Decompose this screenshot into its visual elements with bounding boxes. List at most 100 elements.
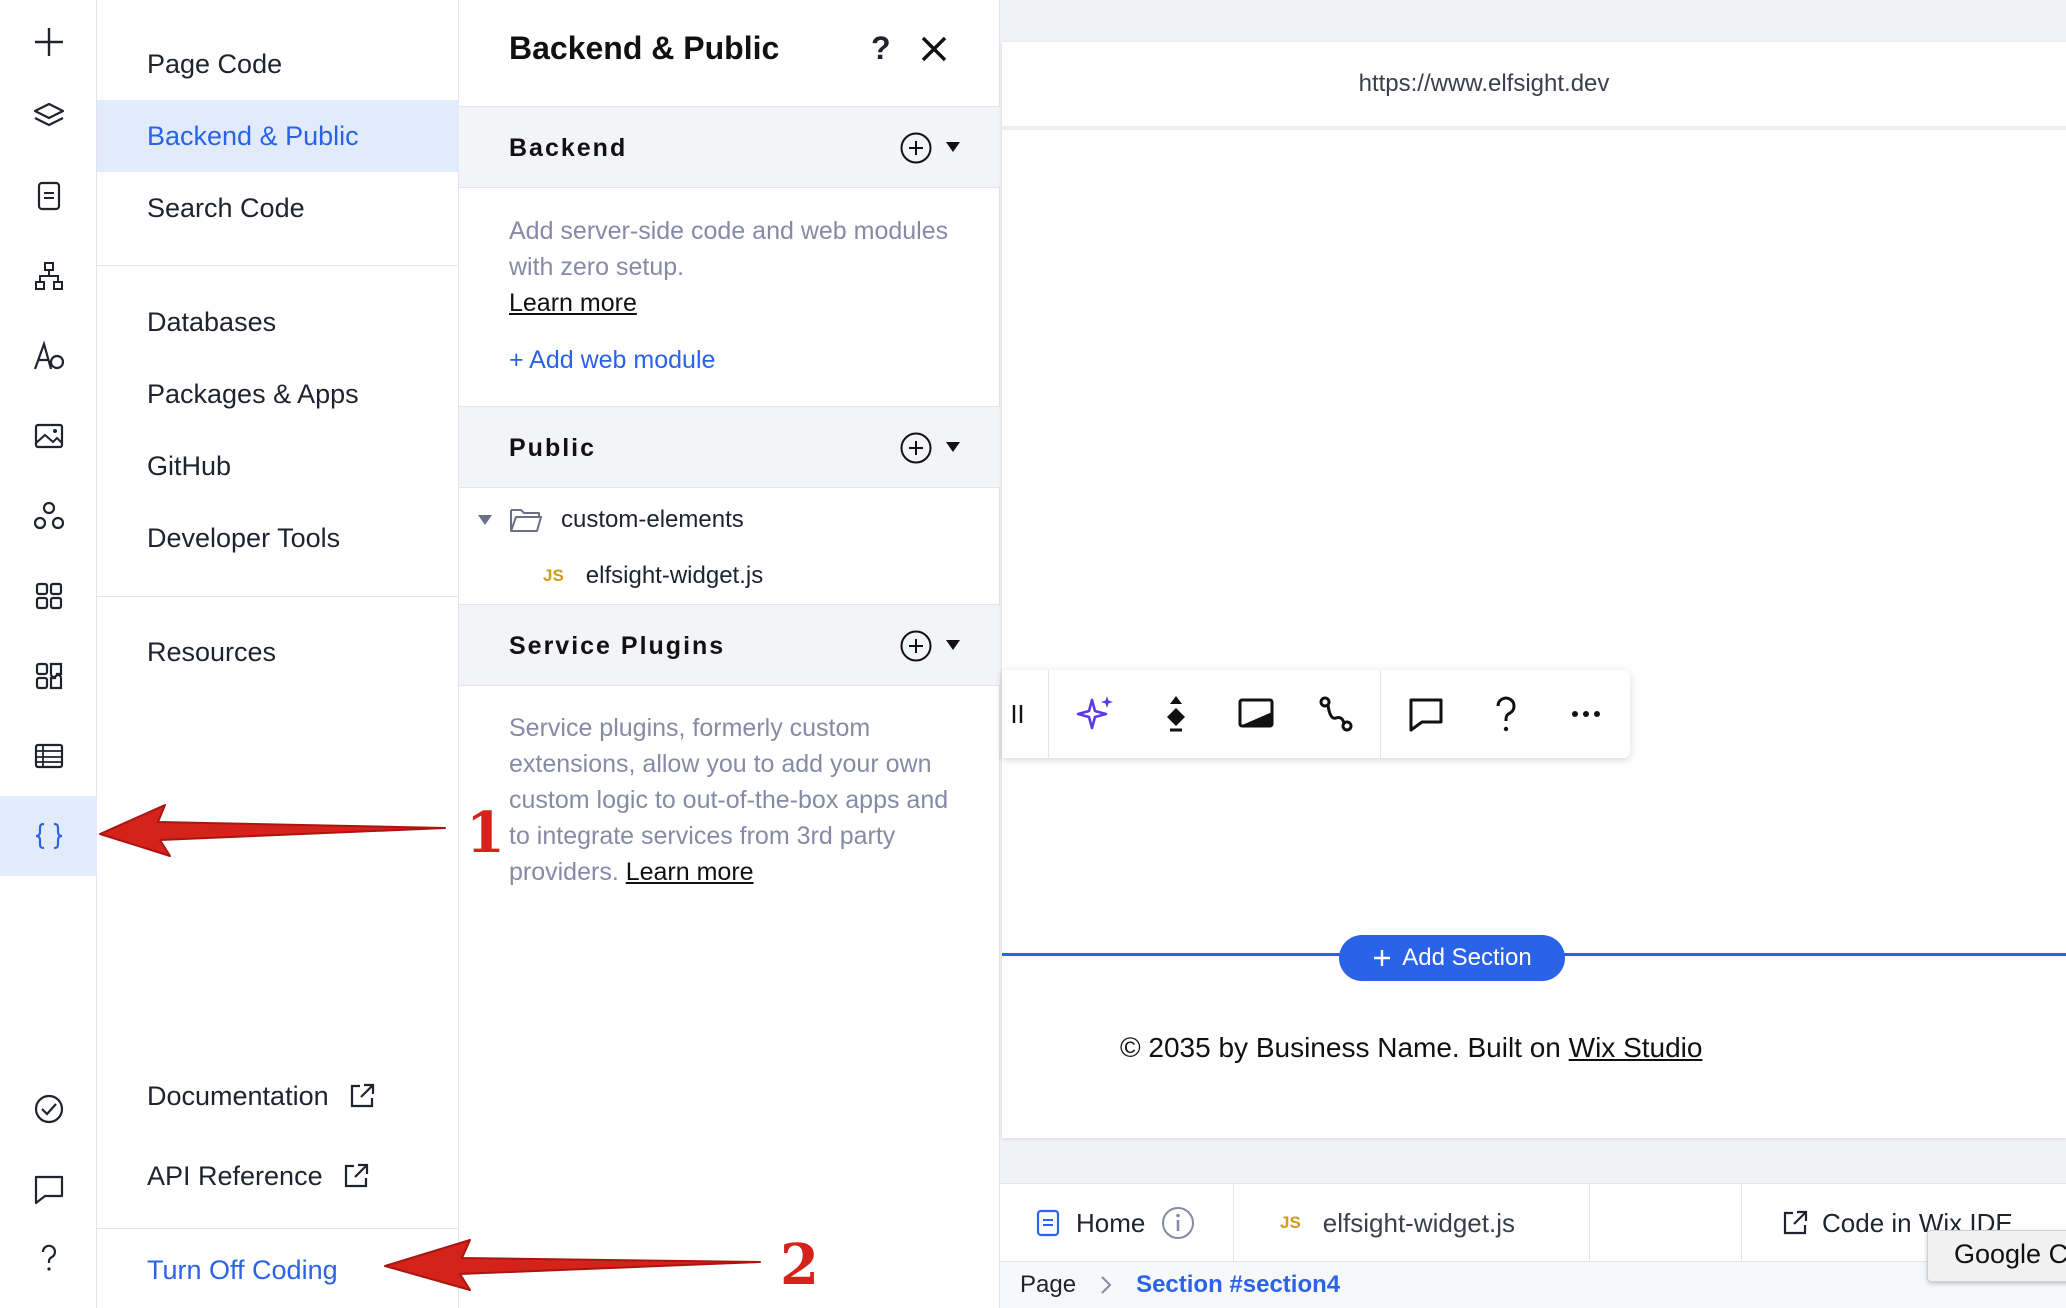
tab-elfsight-widget[interactable]: JS elfsight-widget.js (1234, 1184, 1590, 1262)
menu-item-label: Developer Tools (147, 522, 341, 553)
file-name: elfsight-widget.js (585, 562, 764, 589)
more-actions-button[interactable] (1562, 690, 1610, 738)
apps-market-icon (33, 501, 64, 530)
add-icon (34, 28, 63, 56)
layers-button[interactable] (0, 76, 97, 156)
code-panel-tabs: Home JS elfsight-widget.js Code in Wix I… (1000, 1183, 2066, 1262)
menu-item-label: Page Code (147, 48, 283, 79)
ai-assistant-button[interactable] (1072, 690, 1120, 738)
caret-down-icon[interactable] (945, 639, 961, 651)
comments-button[interactable] (0, 1149, 97, 1229)
menu-item-label: Search Code (147, 192, 305, 223)
background-button[interactable] (1232, 690, 1280, 738)
footer-copyright: © 2035 by Business Name. Built on Wix St… (1002, 1032, 1902, 1064)
breadcrumb-page[interactable]: Page (1020, 1271, 1076, 1299)
comment-icon (1409, 698, 1443, 732)
menu-item-packages-apps[interactable]: Packages & Apps (97, 358, 459, 430)
panel-title: Backend & Public (509, 30, 780, 66)
service-plugins-section-label: Service Plugins (509, 632, 726, 660)
drag-handle[interactable] (994, 690, 1042, 738)
toolbar-divider (1380, 670, 1381, 758)
panel-help-button[interactable]: ? (871, 30, 891, 67)
annotation-number-2: 2 (780, 1232, 819, 1298)
add-section-button[interactable]: Add Section (1339, 935, 1565, 981)
menu-item-developer-tools[interactable]: Developer Tools (97, 502, 459, 574)
theme-button[interactable] (0, 316, 97, 396)
menu-item-page-code[interactable]: Page Code (97, 28, 459, 100)
breadcrumb: Page Section #section4 (1000, 1261, 2066, 1308)
info-icon[interactable] (1161, 1206, 1195, 1240)
breadcrumb-section[interactable]: Section #section4 (1136, 1271, 1340, 1299)
js-file-icon: JS (543, 566, 564, 585)
left-icon-rail (0, 0, 97, 1308)
cms-button[interactable] (0, 716, 97, 796)
backend-section-header[interactable]: Backend (459, 106, 1000, 188)
editor-canvas[interactable]: https://www.elfsight.dev Add Section © 2… (1000, 0, 2066, 1308)
site-page-preview[interactable]: https://www.elfsight.dev Add Section © 2… (1002, 42, 2066, 1138)
apps-grid-icon (35, 582, 62, 610)
public-section-label: Public (509, 434, 597, 462)
help-button[interactable] (1482, 690, 1530, 738)
menu-item-label: Documentation (147, 1080, 329, 1111)
add-web-module-button[interactable]: + Add web module (509, 346, 715, 375)
menu-item-resources[interactable]: Resources (97, 616, 459, 688)
layers-arrange-icon (1167, 696, 1185, 732)
service-plugins-section-header[interactable]: Service Plugins (459, 604, 1000, 686)
menu-item-api-reference[interactable]: API Reference (97, 1140, 459, 1212)
apps-grid-button[interactable] (0, 556, 97, 636)
layers-icon (33, 102, 64, 127)
checklist-icon (34, 1094, 63, 1124)
code-button[interactable] (0, 796, 97, 876)
ai-sparkle-icon (1076, 696, 1113, 730)
help-button[interactable] (0, 1218, 97, 1298)
animation-path-icon (1319, 696, 1353, 732)
page-icon (37, 181, 60, 211)
public-section-header[interactable]: Public (459, 406, 1000, 488)
menu-item-databases[interactable]: Databases (97, 286, 459, 358)
service-plugins-description: Service plugins, formerly custom extensi… (509, 710, 959, 890)
toolbar-divider (1048, 670, 1049, 758)
turn-off-coding-button[interactable]: Turn Off Coding (97, 1234, 459, 1306)
menu-item-github[interactable]: GitHub (97, 430, 459, 502)
menu-item-documentation[interactable]: Documentation (97, 1060, 459, 1132)
external-link-icon (344, 1163, 368, 1188)
folder-row-custom-elements[interactable]: custom-elements (459, 494, 1000, 546)
add-circle-icon[interactable] (899, 131, 933, 165)
backend-description: Add server-side code and web modules wit… (509, 213, 959, 321)
code-menu: Page Code Backend & Public Search Code D… (97, 0, 459, 1308)
menu-item-backend-public[interactable]: Backend & Public (97, 100, 459, 172)
arrange-button[interactable] (1152, 690, 1200, 738)
caret-down-icon[interactable] (945, 141, 961, 153)
media-button[interactable] (0, 396, 97, 476)
animation-button[interactable] (1312, 690, 1360, 738)
tab-file-label: elfsight-widget.js (1322, 1207, 1515, 1238)
business-apps-button[interactable] (0, 636, 97, 716)
service-plugins-learn-more-link[interactable]: Learn more (626, 858, 754, 886)
close-icon[interactable] (919, 34, 949, 64)
site-url: https://www.elfsight.dev (1358, 70, 1610, 97)
more-horizontal-icon (1572, 711, 1600, 717)
caret-down-icon[interactable] (945, 441, 961, 453)
wix-studio-link[interactable]: Wix Studio (1569, 1032, 1703, 1063)
menu-item-search-code[interactable]: Search Code (97, 172, 459, 244)
puzzle-icon (35, 662, 62, 690)
apps-market-button[interactable] (0, 476, 97, 556)
add-circle-icon[interactable] (899, 629, 933, 663)
comment-button[interactable] (1402, 690, 1450, 738)
menu-divider (97, 596, 459, 597)
site-checklist-button[interactable] (0, 1069, 97, 1149)
chevron-right-icon (1101, 1276, 1112, 1294)
external-link-icon (350, 1083, 374, 1108)
file-row-elfsight-widget[interactable]: JS elfsight-widget.js (459, 550, 1000, 602)
caret-down-icon[interactable] (477, 514, 493, 526)
pages-button[interactable] (0, 156, 97, 236)
add-elements-button[interactable] (0, 2, 97, 82)
menu-item-label: Resources (147, 636, 277, 667)
code-braces-icon (35, 822, 62, 850)
tab-home[interactable]: Home (1000, 1184, 1234, 1262)
add-circle-icon[interactable] (899, 431, 933, 465)
backend-public-panel: Backend & Public ? Backend Add server-si… (459, 0, 1000, 1308)
backend-learn-more-link[interactable]: Learn more (509, 289, 637, 317)
sitemap-button[interactable] (0, 236, 97, 316)
menu-divider (97, 1228, 459, 1229)
